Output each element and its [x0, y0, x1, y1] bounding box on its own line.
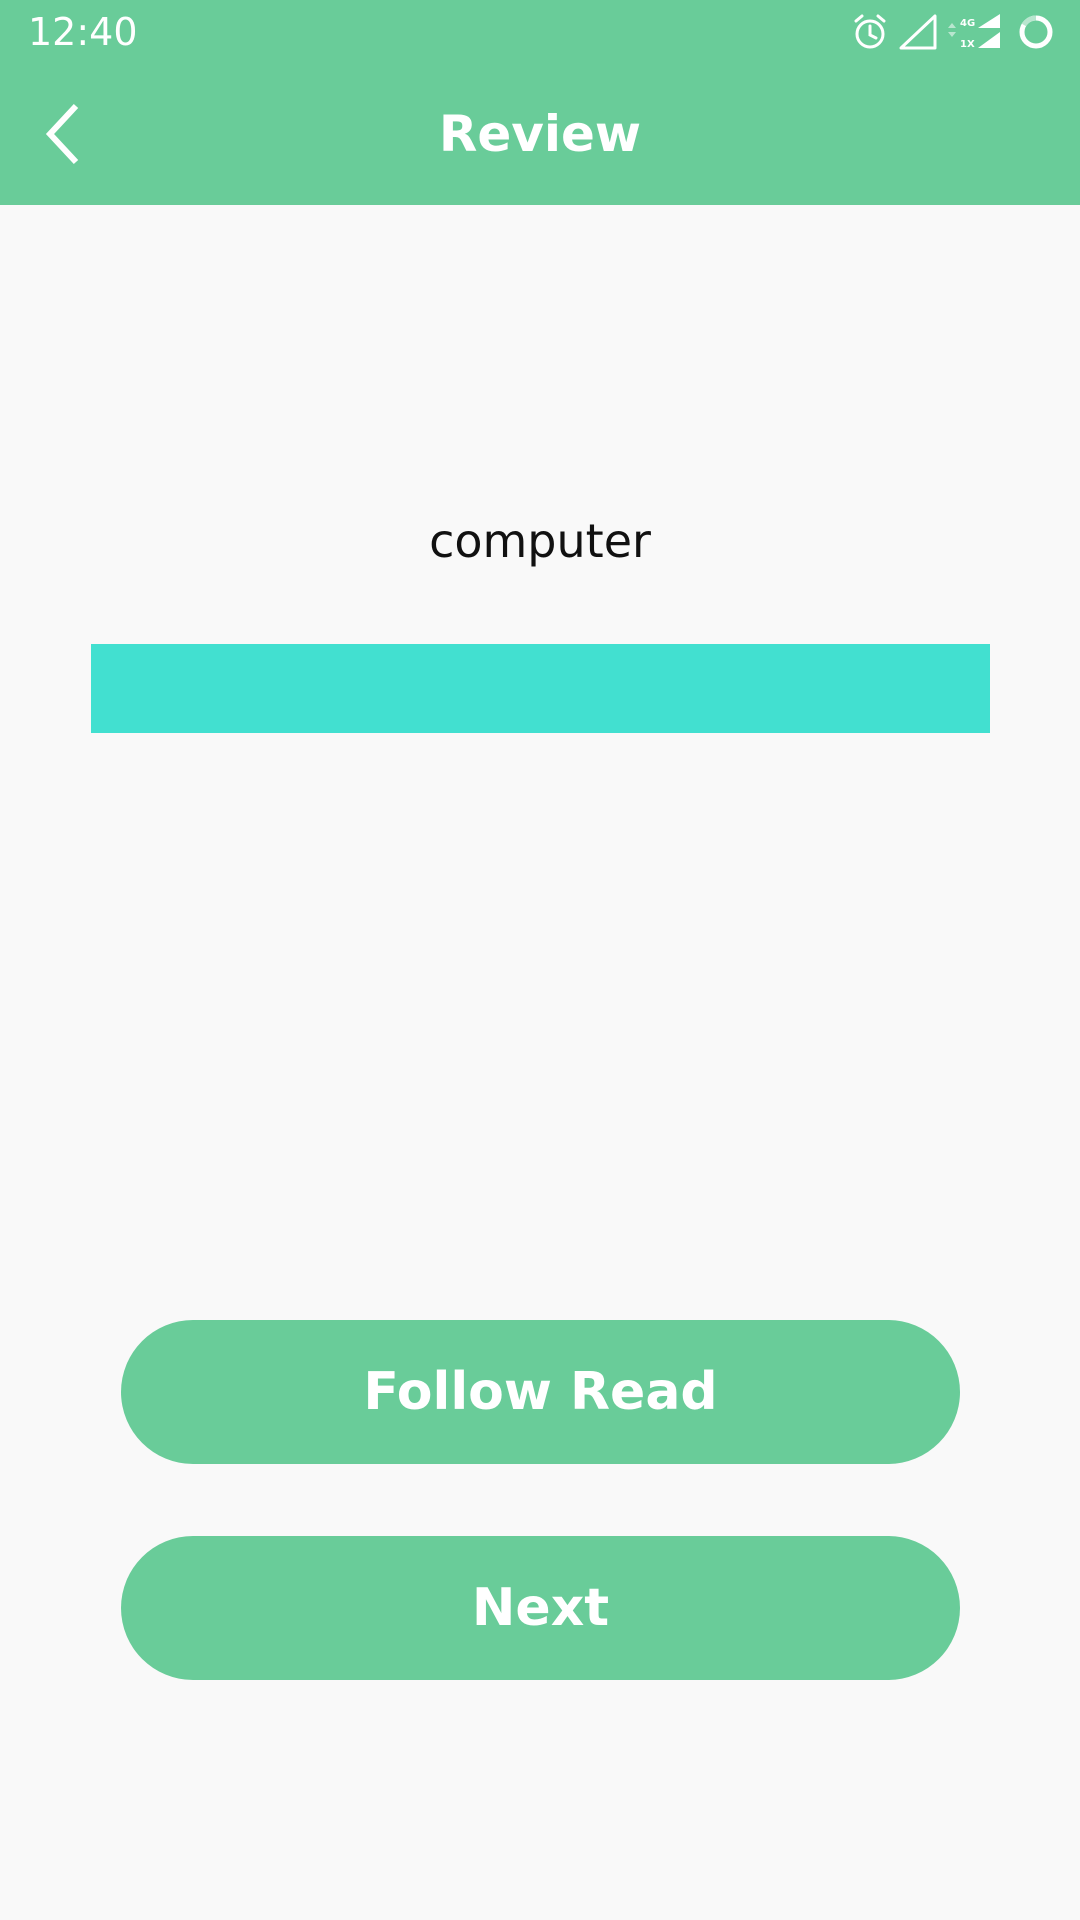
app-bar: Review [0, 64, 1080, 205]
follow-read-button[interactable]: Follow Read [121, 1320, 960, 1464]
alarm-icon [850, 12, 890, 56]
status-time: 12:40 [28, 10, 138, 54]
network-label-4g: 4G [960, 18, 975, 29]
page-title: Review [438, 105, 642, 163]
battery-ring-icon [1016, 12, 1056, 56]
network-4g-1x-icon: 4G 1X [944, 12, 1004, 56]
status-bar: 12:40 4G 1X [0, 0, 1080, 64]
network-label-1x: 1X [960, 39, 975, 50]
answer-bar [91, 644, 990, 733]
next-button[interactable]: Next [121, 1536, 960, 1680]
screen: 12:40 4G 1X Review computer Follow Read … [0, 0, 1080, 1920]
signal-empty-icon [898, 14, 938, 54]
review-word: computer [429, 514, 651, 568]
